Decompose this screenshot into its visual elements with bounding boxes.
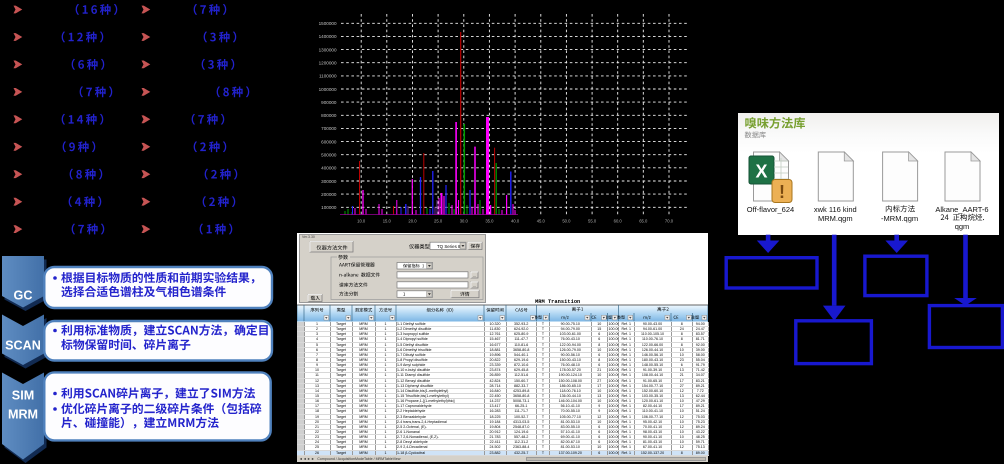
svg-text:10.0: 10.0 bbox=[357, 219, 366, 224]
svg-text:65.0: 65.0 bbox=[639, 219, 648, 224]
svg-text:700000: 700000 bbox=[321, 126, 337, 131]
svg-text:500000: 500000 bbox=[321, 153, 337, 158]
svg-text:1200000: 1200000 bbox=[319, 61, 337, 66]
svg-text:800000: 800000 bbox=[321, 113, 337, 118]
svg-text:40.0: 40.0 bbox=[511, 219, 520, 224]
svg-text:...: ... bbox=[473, 283, 476, 288]
svg-text:!: ! bbox=[779, 182, 785, 202]
svg-text:1000000: 1000000 bbox=[319, 87, 337, 92]
svg-text:200000: 200000 bbox=[321, 192, 337, 197]
svg-text:25.0: 25.0 bbox=[434, 219, 443, 224]
svg-text:100000: 100000 bbox=[321, 205, 337, 210]
svg-text:50.0: 50.0 bbox=[562, 219, 571, 224]
svg-text:1100000: 1100000 bbox=[319, 74, 337, 79]
svg-text:15.0: 15.0 bbox=[383, 219, 392, 224]
svg-text:35.0: 35.0 bbox=[485, 219, 494, 224]
svg-text:GC: GC bbox=[14, 289, 33, 303]
svg-text:MRM Transition: MRM Transition bbox=[535, 299, 580, 305]
svg-text:45.0: 45.0 bbox=[537, 219, 546, 224]
svg-text:55.0: 55.0 bbox=[588, 219, 597, 224]
svg-text:300000: 300000 bbox=[321, 179, 337, 184]
svg-text:60.0: 60.0 bbox=[614, 219, 623, 224]
svg-text:900000: 900000 bbox=[321, 100, 337, 105]
svg-text:TQ Series 8: TQ Series 8 bbox=[437, 244, 461, 249]
svg-text:400000: 400000 bbox=[321, 166, 337, 171]
svg-text:MRM: MRM bbox=[8, 408, 38, 422]
svg-text:1300000: 1300000 bbox=[319, 47, 337, 52]
svg-text:X: X bbox=[755, 161, 767, 181]
svg-text:30.0: 30.0 bbox=[460, 219, 469, 224]
svg-text:SIM: SIM bbox=[12, 389, 34, 403]
svg-text:1400000: 1400000 bbox=[319, 34, 337, 39]
svg-text:600000: 600000 bbox=[321, 139, 337, 144]
svg-text:1500000: 1500000 bbox=[319, 21, 337, 26]
svg-text:20.0: 20.0 bbox=[408, 219, 417, 224]
svg-text:70.0: 70.0 bbox=[665, 219, 674, 224]
svg-text:SCAN: SCAN bbox=[5, 339, 41, 353]
svg-text:...: ... bbox=[473, 273, 476, 278]
